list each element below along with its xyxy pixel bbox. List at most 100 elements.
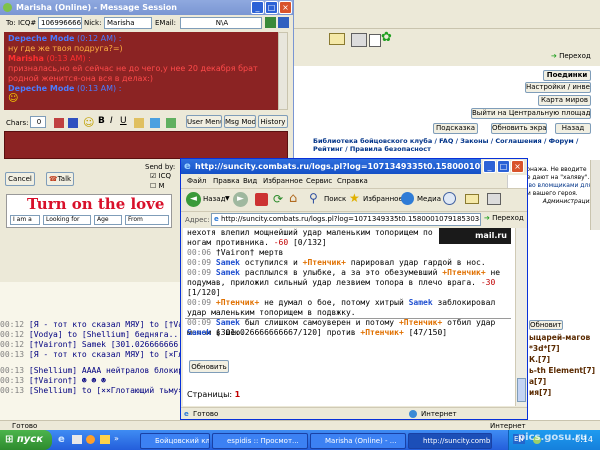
world-map-button[interactable]: Карта миров: [538, 95, 591, 106]
online-name[interactable]: ь-th Element[7]: [529, 365, 600, 376]
online-name[interactable]: *3d*[7]: [529, 343, 600, 354]
m-radio[interactable]: ☐ M: [150, 182, 165, 190]
user-menu-button[interactable]: User Menu: [186, 115, 222, 128]
quick-launch-desktop-icon[interactable]: [72, 435, 82, 444]
underline-icon[interactable]: U: [120, 116, 127, 126]
menu-favorites[interactable]: Избранное: [263, 175, 303, 187]
print-icon[interactable]: [351, 33, 367, 47]
exit-square-button[interactable]: Выйти на Центральную площадь: [471, 108, 591, 119]
task-combats[interactable]: Бойцовский клуб ...: [140, 433, 210, 449]
home-icon[interactable]: ⌂: [289, 191, 297, 206]
spell-icon[interactable]: B: [98, 116, 105, 126]
player-name[interactable]: Samek: [409, 298, 433, 307]
log-minimize-button[interactable]: _: [483, 160, 496, 173]
messenger-titlebar[interactable]: Marisha (Online) - Message Session: [0, 0, 293, 15]
ad-select-looking[interactable]: Looking for: [43, 215, 91, 225]
back-label[interactable]: Назад: [203, 195, 225, 203]
page-link[interactable]: 1: [235, 390, 241, 399]
ad-select-iam[interactable]: I am a: [10, 215, 40, 225]
msg-mode-button[interactable]: Msg Mode: [224, 115, 256, 128]
history-scrollbar[interactable]: [278, 32, 288, 110]
hint-button[interactable]: Подсказка: [433, 123, 478, 134]
icq-number-field[interactable]: 106996666: [38, 17, 82, 29]
security-icon[interactable]: [278, 17, 289, 28]
contacts-icon[interactable]: [166, 118, 176, 128]
quick-launch-app-icon[interactable]: [100, 435, 110, 444]
online-name[interactable]: ыцарей-магов: [529, 332, 600, 343]
go-button[interactable]: ➔ Переход: [484, 214, 524, 222]
print-icon[interactable]: [487, 193, 501, 205]
messenger-flower-icon[interactable]: ✿: [381, 30, 392, 45]
smile-picker-icon[interactable]: ☺: [83, 116, 94, 129]
player-name[interactable]: Samek: [216, 258, 240, 267]
log-close-button[interactable]: ×: [511, 160, 524, 173]
refresh-icon[interactable]: ⟳: [273, 192, 283, 206]
favorites-star-icon[interactable]: ★: [349, 191, 360, 205]
forward-arrow-icon[interactable]: ►: [233, 192, 248, 207]
online-refresh-button[interactable]: Обновить: [529, 320, 563, 330]
player-name[interactable]: Samek: [187, 328, 211, 337]
player-name[interactable]: +Птенчик+: [442, 268, 485, 277]
start-button[interactable]: ⊞ пуск: [0, 430, 52, 450]
talk-button[interactable]: ☎Talk: [46, 172, 74, 186]
ad-banner[interactable]: Turn on the love I am a Looking for Age …: [6, 194, 172, 228]
menu-edit[interactable]: Правка: [213, 175, 240, 187]
favorites-label[interactable]: Избранное: [363, 195, 403, 203]
maximize-button[interactable]: □: [265, 1, 278, 14]
media-icon[interactable]: [401, 192, 414, 205]
quick-launch-ie-icon[interactable]: e: [58, 434, 65, 445]
player-name[interactable]: +Птенчик+: [399, 318, 442, 327]
address-input[interactable]: e http://suncity.combats.ru/logs.pl?log=…: [211, 213, 481, 226]
url-icon[interactable]: [150, 118, 160, 128]
refresh-log-button[interactable]: Обновить: [189, 360, 229, 373]
poediniki-button[interactable]: Поединки: [543, 70, 591, 81]
player-name[interactable]: Samek: [216, 318, 240, 327]
message-input[interactable]: [4, 131, 288, 159]
log-browser-titlebar[interactable]: http://suncity.combats.ru/logs.pl?log=10…: [181, 159, 481, 174]
ad-select-age[interactable]: Age: [94, 215, 122, 225]
content-scrollbar[interactable]: [515, 228, 527, 406]
search-label[interactable]: Поиск: [324, 195, 346, 203]
task-marisha[interactable]: Marisha (Online) - ...: [310, 433, 406, 449]
game-scrollbar[interactable]: [590, 160, 600, 230]
icq-radio[interactable]: ☑ ICQ: [150, 172, 171, 180]
mail-icon[interactable]: [329, 33, 345, 45]
menu-help[interactable]: Справка: [337, 175, 368, 187]
log-maximize-button[interactable]: □: [497, 160, 510, 173]
online-name[interactable]: ия[7]: [529, 387, 600, 398]
edit-icon[interactable]: [369, 34, 381, 47]
back-dropdown-icon[interactable]: ▼: [225, 195, 230, 202]
font-icon[interactable]: [54, 118, 64, 128]
search-icon[interactable]: ⚲: [309, 191, 318, 205]
back-button[interactable]: Назад: [555, 123, 591, 134]
menu-tools[interactable]: Сервис: [306, 175, 332, 187]
settings-inventory-button[interactable]: Настройки / инвентарь: [525, 82, 591, 93]
online-name[interactable]: а[7]: [529, 376, 600, 387]
game-address-go[interactable]: ➔ Переход: [551, 52, 591, 60]
email-field[interactable]: N\A: [180, 17, 262, 29]
menu-file[interactable]: Файл: [187, 175, 206, 187]
history-clock-icon[interactable]: [443, 192, 456, 205]
player-name[interactable]: +Птенчик+: [360, 328, 403, 337]
nick-field[interactable]: Marisha: [104, 17, 152, 29]
back-arrow-icon[interactable]: ◄: [186, 192, 201, 207]
quick-launch-arrow-icon[interactable]: »: [114, 434, 119, 443]
ad-select-from[interactable]: From: [125, 215, 169, 225]
online-name[interactable]: К.[7]: [529, 354, 600, 365]
player-name[interactable]: +Птенчик+: [216, 298, 259, 307]
player-name[interactable]: +Птенчик+: [303, 258, 346, 267]
minimize-button[interactable]: _: [251, 1, 264, 14]
task-suncity[interactable]: http://suncity.comb...: [408, 433, 492, 449]
refresh-screen-button[interactable]: Обновить экран: [491, 123, 547, 134]
cancel-button[interactable]: Cancel: [5, 172, 35, 186]
stop-icon[interactable]: [255, 193, 268, 206]
player-name[interactable]: Samek: [216, 268, 240, 277]
mail-icon[interactable]: [465, 194, 479, 204]
color-icon[interactable]: [68, 118, 78, 128]
task-espidis[interactable]: espidis :: Просмот...: [212, 433, 308, 449]
menu-view[interactable]: Вид: [243, 175, 257, 187]
history-button[interactable]: History: [258, 115, 288, 128]
club-links[interactable]: Библиотека бойцовского клуба / FAQ / Зак…: [313, 137, 593, 153]
quick-launch-media-icon[interactable]: [86, 435, 95, 444]
user-info-icon[interactable]: [265, 17, 276, 28]
